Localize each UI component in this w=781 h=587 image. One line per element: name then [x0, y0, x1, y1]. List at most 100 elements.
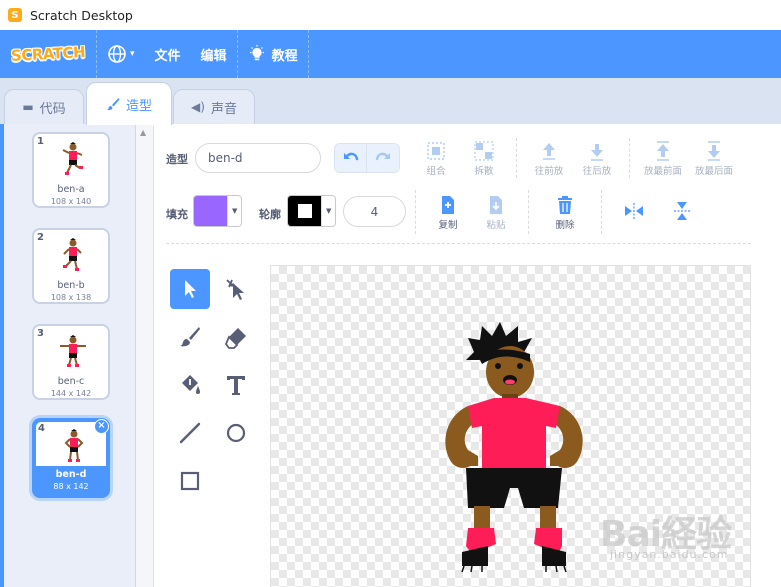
globe-icon [108, 45, 126, 63]
costume-number: 3 [37, 328, 44, 339]
outline-label: 轮廓 [259, 208, 281, 221]
costume-item-1[interactable]: 1 ben-a 108 x 140 [32, 132, 110, 208]
outline-width-input[interactable]: 4 [343, 196, 406, 227]
fill-tool[interactable] [170, 365, 210, 405]
bring-to-front-button[interactable]: 放最前面 [638, 140, 688, 177]
costume-size: 108 x 138 [50, 293, 92, 302]
costume-thumbnail [60, 335, 86, 367]
edit-menu[interactable]: 编辑 [191, 30, 237, 78]
paint-bucket-icon [182, 375, 200, 394]
menu-bar: SCRATCH ▾ 文件 编辑 教程 [0, 30, 781, 78]
costume-name: ben-c [57, 376, 85, 387]
chevron-down-icon: ▼ [227, 196, 241, 226]
bring-front-icon [657, 141, 669, 161]
menu-separator [307, 30, 309, 78]
tab-sounds[interactable]: ◀) 声音 [173, 89, 255, 124]
fill-color-picker[interactable]: ▼ [193, 195, 242, 227]
costume-list-scrollbar[interactable]: ▲ [136, 124, 154, 587]
tab-costumes[interactable]: 造型 [86, 82, 172, 125]
backward-button[interactable]: 往后放 [575, 140, 619, 177]
toolbar-separator [516, 138, 517, 178]
chevron-down-icon: ▾ [130, 49, 135, 59]
trash-icon [558, 196, 572, 214]
costume-size: 108 x 140 [50, 197, 92, 206]
brush-tool[interactable] [170, 317, 210, 357]
group-button[interactable]: 组合 [414, 140, 458, 177]
toolbar-separator [528, 190, 529, 234]
copy-button[interactable]: 复制 [426, 194, 470, 231]
flip-vertical-button[interactable] [660, 200, 704, 222]
toolbar-separator [415, 190, 416, 234]
costume-size: 144 x 142 [50, 389, 92, 398]
costume-number: 4 [38, 423, 45, 434]
ungroup-button[interactable]: 拆散 [462, 140, 506, 177]
circle-tool[interactable] [216, 413, 256, 453]
copy-icon [442, 196, 454, 214]
file-menu[interactable]: 文件 [145, 30, 191, 78]
flip-horizontal-icon [625, 203, 643, 219]
costume-name: ben-a [57, 184, 85, 195]
rectangle-tool[interactable] [170, 461, 210, 501]
outline-color-swatch [288, 196, 322, 226]
line-icon [179, 422, 201, 444]
flip-vertical-icon [674, 202, 690, 220]
line-tool[interactable] [170, 413, 210, 453]
sprite-ben-d[interactable] [438, 320, 590, 587]
paste-icon [490, 196, 502, 214]
costume-thumbnail [63, 238, 82, 271]
undo-icon [343, 152, 358, 161]
scroll-up-icon[interactable]: ▲ [140, 128, 146, 137]
toolbar-divider [166, 243, 751, 244]
editor-tab-bar: ▬ 代码 造型 ◀) 声音 [0, 78, 781, 125]
costume-size: 88 x 142 [53, 482, 89, 491]
forward-button[interactable]: 往前放 [527, 140, 571, 177]
lightbulb-icon [249, 45, 264, 61]
paintbrush-icon [106, 98, 120, 111]
group-icon [427, 142, 445, 160]
scratch-app-icon: S [8, 8, 22, 22]
window-title: Scratch Desktop [30, 7, 133, 23]
send-to-back-button[interactable]: 放最后面 [689, 140, 739, 177]
window-edge [0, 124, 4, 587]
speaker-icon: ◀) [191, 100, 205, 114]
redo-button[interactable] [367, 144, 399, 172]
costume-item-2[interactable]: 2 ben-b 108 x 138 [32, 228, 110, 304]
circle-icon [226, 423, 246, 443]
tutorials-menu[interactable]: 教程 [238, 30, 308, 78]
costume-name-label: 造型 [166, 153, 188, 166]
send-back-icon [708, 141, 720, 161]
fill-color-swatch [194, 196, 228, 226]
reshape-tool[interactable] [216, 269, 256, 309]
eraser-icon [224, 328, 246, 349]
select-tool[interactable] [170, 269, 210, 309]
rectangle-icon [180, 471, 200, 491]
costume-name-input[interactable]: ben-d [195, 143, 321, 173]
costume-name: ben-b [57, 280, 85, 291]
tab-code[interactable]: ▬ 代码 [4, 89, 84, 124]
costume-number: 2 [37, 232, 44, 243]
language-menu[interactable]: ▾ [97, 30, 145, 78]
window-titlebar: S Scratch Desktop [0, 0, 781, 30]
select-arrow-icon [185, 280, 196, 298]
costume-item-4[interactable]: 4 × ben-d 88 x 142 [32, 418, 110, 498]
eraser-tool[interactable] [216, 317, 256, 357]
redo-icon [375, 152, 390, 161]
delete-button[interactable]: 删除 [543, 194, 587, 231]
toolbar-separator [601, 190, 602, 234]
costume-thumbnail [64, 429, 84, 462]
scratch-logo[interactable]: SCRATCH [11, 40, 86, 68]
costume-item-3[interactable]: 3 ben-c 144 x 142 [32, 324, 110, 400]
watermark-url: jingyan.baidu.com [610, 548, 729, 561]
outline-color-picker[interactable]: ▼ [287, 195, 336, 227]
paste-button[interactable]: 粘贴 [474, 194, 518, 231]
brush-icon [180, 327, 200, 347]
arrow-up-icon [543, 143, 555, 160]
arrow-down-icon [591, 144, 603, 161]
text-tool[interactable] [216, 365, 256, 405]
costume-thumbnail [62, 142, 83, 175]
undo-button[interactable] [335, 144, 368, 172]
undo-redo-group [334, 143, 400, 173]
flip-horizontal-button[interactable] [612, 200, 656, 222]
ungroup-icon [474, 141, 494, 161]
delete-costume-button[interactable]: × [94, 419, 109, 434]
